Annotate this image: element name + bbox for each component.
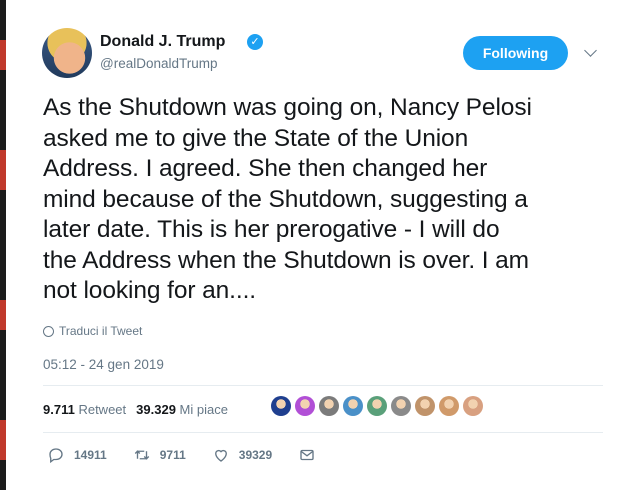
heart-icon	[214, 449, 227, 462]
engagement-stats: 9.711 Retweet 39.329 Mi piace	[43, 402, 228, 417]
liker-avatar[interactable]	[391, 396, 411, 416]
liker-avatars[interactable]	[271, 396, 483, 416]
translate-label: Traduci il Tweet	[59, 324, 143, 338]
tweet-card: Donald J. Trump ✓ @realDonaldTrump Follo…	[0, 0, 640, 490]
user-handle[interactable]: @realDonaldTrump	[100, 56, 218, 71]
retweet-label: Retweet	[78, 402, 127, 417]
divider	[43, 385, 603, 386]
like-count: 39.329	[136, 402, 176, 417]
liker-avatar[interactable]	[367, 396, 387, 416]
reply-button[interactable]: 14911	[47, 446, 107, 464]
reply-icon	[49, 448, 63, 464]
envelope-icon	[300, 449, 314, 461]
retweet-action-count: 9711	[159, 448, 186, 462]
like-stat[interactable]: 39.329 Mi piace	[136, 402, 228, 417]
liker-avatar[interactable]	[319, 396, 339, 416]
tweet-text: As the Shutdown was going on, Nancy Pelo…	[43, 94, 532, 304]
reply-count: 14911	[74, 448, 107, 462]
liker-avatar[interactable]	[343, 396, 363, 416]
chevron-down-icon[interactable]	[584, 44, 597, 57]
verified-badge-icon: ✓	[247, 34, 263, 50]
liker-avatar[interactable]	[295, 396, 315, 416]
avatar[interactable]	[42, 28, 92, 78]
like-button[interactable]: 39329	[212, 446, 272, 464]
translate-link[interactable]: Traduci il Tweet	[43, 324, 142, 338]
user-name[interactable]: Donald J. Trump	[100, 33, 225, 51]
retweet-count: 9.711	[43, 402, 75, 417]
liker-avatar[interactable]	[415, 396, 435, 416]
tweet-actions: 14911 9711 39329	[47, 446, 342, 464]
like-label: Mi piace	[179, 402, 228, 417]
divider	[43, 432, 603, 433]
liker-avatar[interactable]	[271, 396, 291, 416]
direct-message-button[interactable]	[298, 446, 316, 464]
liker-avatar[interactable]	[439, 396, 459, 416]
tweet-timestamp[interactable]: 05:12 - 24 gen 2019	[43, 357, 164, 372]
like-action-count: 39329	[238, 448, 273, 462]
following-button[interactable]: Following	[463, 36, 568, 70]
globe-icon	[43, 325, 54, 337]
retweet-button[interactable]: 9711	[133, 446, 186, 464]
retweet-icon	[134, 450, 149, 460]
retweet-stat[interactable]: 9.711 Retweet	[43, 402, 126, 417]
liker-avatar[interactable]	[463, 396, 483, 416]
